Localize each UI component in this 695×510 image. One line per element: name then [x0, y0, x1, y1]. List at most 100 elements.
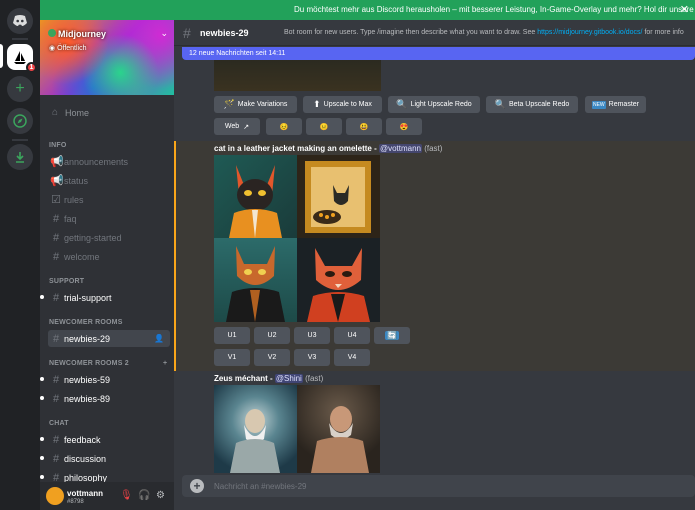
- banner-text: Du möchtest mehr aus Discord herausholen…: [294, 5, 695, 14]
- channel-rules[interactable]: ☑ rules: [48, 191, 170, 208]
- channel-label: welcome: [64, 251, 100, 262]
- refresh-icon: 🔄: [385, 331, 399, 340]
- light-upscale-redo-button[interactable]: 🔍 Light Upscale Redo: [388, 96, 480, 113]
- button-label: Make Variations: [237, 101, 288, 108]
- zeus-illustration-icon: [311, 406, 369, 473]
- beta-upscale-redo-button[interactable]: 🔍 Beta Upscale Redo: [486, 96, 578, 113]
- button-label: U3: [307, 332, 317, 339]
- plus-icon[interactable]: +: [163, 360, 167, 367]
- plus-icon[interactable]: +: [190, 479, 204, 493]
- message-input[interactable]: [214, 479, 674, 493]
- category-newcomer-rooms-2[interactable]: NEWCOMER ROOMS 2 +: [49, 360, 167, 367]
- speed-tag: (fast): [424, 144, 443, 153]
- external-link-icon: ↗: [243, 123, 250, 131]
- server-visibility-label: Öffentlich: [57, 45, 87, 52]
- sidebar-home[interactable]: ⌂ Home: [48, 104, 170, 121]
- headphones-icon[interactable]: 🎧: [138, 490, 150, 501]
- upscale-3-button[interactable]: U3: [294, 327, 330, 344]
- previous-image[interactable]: [214, 60, 381, 91]
- variation-4-button[interactable]: V4: [334, 349, 370, 366]
- category-chat[interactable]: CHAT: [49, 420, 69, 427]
- variation-1-button[interactable]: V1: [214, 349, 250, 366]
- button-label: U1: [227, 332, 237, 339]
- image-tile[interactable]: [214, 238, 297, 322]
- channel-discussion[interactable]: # discussion: [40, 450, 170, 467]
- server-header[interactable]: Midjourney ⌄ ◉ Öffentlich: [40, 20, 174, 95]
- hash-icon: #: [52, 332, 60, 345]
- variation-2-button[interactable]: V2: [254, 349, 290, 366]
- gear-icon[interactable]: ⚙: [156, 490, 165, 501]
- category-support[interactable]: SUPPORT: [49, 278, 84, 285]
- channel-welcome[interactable]: # welcome: [48, 248, 170, 265]
- button-label: U4: [347, 332, 357, 339]
- user-mention[interactable]: @vottmann: [378, 144, 422, 153]
- reaction-button[interactable]: 😍: [386, 118, 422, 135]
- close-icon[interactable]: ✕: [680, 3, 689, 16]
- chevron-down-icon[interactable]: ⌄: [160, 28, 168, 39]
- button-label: Light Upscale Redo: [410, 101, 472, 108]
- mic-muted-icon[interactable]: 🎙: [120, 490, 133, 501]
- discord-home-button[interactable]: [7, 8, 33, 34]
- image-tile[interactable]: [297, 155, 380, 238]
- rules-icon: ☑: [51, 194, 61, 206]
- topic-text-end: for more info: [642, 29, 684, 36]
- add-server-button[interactable]: +: [7, 76, 33, 102]
- upscale-4-button[interactable]: U4: [334, 327, 370, 344]
- hash-icon: #: [52, 291, 60, 304]
- zeus-illustration-icon: [230, 409, 280, 473]
- channel-label: discussion: [64, 453, 107, 464]
- magnifier-icon: 🔍: [396, 99, 408, 109]
- upscale-1-button[interactable]: U1: [214, 327, 250, 344]
- mention-badge: 1: [26, 62, 37, 73]
- user-mention[interactable]: @Shini: [274, 374, 303, 383]
- sailboat-icon: [14, 51, 26, 64]
- image-tile[interactable]: [214, 385, 297, 473]
- image-grid[interactable]: [214, 385, 380, 473]
- username: vottmann: [67, 489, 103, 498]
- image-grid[interactable]: [214, 155, 380, 322]
- channel-label: newbies-89: [64, 393, 111, 404]
- channel-label: rules: [64, 194, 84, 205]
- category-label: INFO: [49, 142, 67, 149]
- channel-announcements[interactable]: 📢 announcements: [48, 153, 170, 170]
- remaster-button[interactable]: NEW Remaster: [585, 96, 646, 113]
- reroll-button[interactable]: 🔄: [374, 327, 410, 344]
- explore-servers-button[interactable]: [7, 108, 33, 134]
- category-newcomer-rooms[interactable]: NEWCOMER ROOMS: [49, 319, 123, 326]
- unread-dot: [40, 396, 44, 400]
- image-tile[interactable]: [297, 385, 380, 473]
- add-member-icon[interactable]: 👤: [154, 334, 164, 343]
- channel-feedback[interactable]: # feedback: [40, 431, 170, 448]
- separator: -: [267, 374, 275, 383]
- image-tile[interactable]: [214, 155, 297, 238]
- channel-label: faq: [64, 213, 77, 224]
- reaction-button[interactable]: 😣: [266, 118, 302, 135]
- channel-status[interactable]: 📢 status: [48, 172, 170, 189]
- reaction-button[interactable]: 😃: [346, 118, 382, 135]
- variation-3-button[interactable]: V3: [294, 349, 330, 366]
- upscale-2-button[interactable]: U2: [254, 327, 290, 344]
- category-info[interactable]: INFO: [49, 142, 67, 149]
- smiling-face-icon: 😃: [359, 123, 369, 131]
- web-link-button[interactable]: Web ↗: [214, 118, 260, 135]
- home-icon: ⌂: [51, 107, 59, 118]
- channel-newbies-89[interactable]: # newbies-89: [40, 390, 170, 407]
- server-rail: 1 +: [0, 0, 40, 510]
- channel-trial-support[interactable]: # trial-support: [40, 289, 170, 306]
- channel-title: newbies-29: [200, 28, 249, 38]
- new-messages-bar[interactable]: 12 neue Nachrichten seit 14:11: [182, 47, 695, 60]
- upscale-to-max-button[interactable]: ⬆ Upscale to Max: [303, 96, 382, 113]
- topic-link[interactable]: https://midjourney.gitbook.io/docs/: [537, 29, 642, 36]
- download-apps-button[interactable]: [7, 144, 33, 170]
- avatar[interactable]: [46, 487, 64, 505]
- channel-newbies-29[interactable]: # newbies-29 👤: [48, 330, 170, 347]
- message-composer: +: [182, 475, 695, 497]
- channel-getting-started[interactable]: # getting-started: [48, 229, 170, 246]
- midjourney-server-button[interactable]: 1: [7, 44, 37, 73]
- unread-dot: [40, 377, 44, 381]
- reaction-button[interactable]: 😐: [306, 118, 342, 135]
- channel-faq[interactable]: # faq: [48, 210, 170, 227]
- channel-newbies-59[interactable]: # newbies-59: [40, 371, 170, 388]
- image-tile[interactable]: [297, 238, 380, 322]
- make-variations-button[interactable]: 🪄 Make Variations: [214, 96, 297, 113]
